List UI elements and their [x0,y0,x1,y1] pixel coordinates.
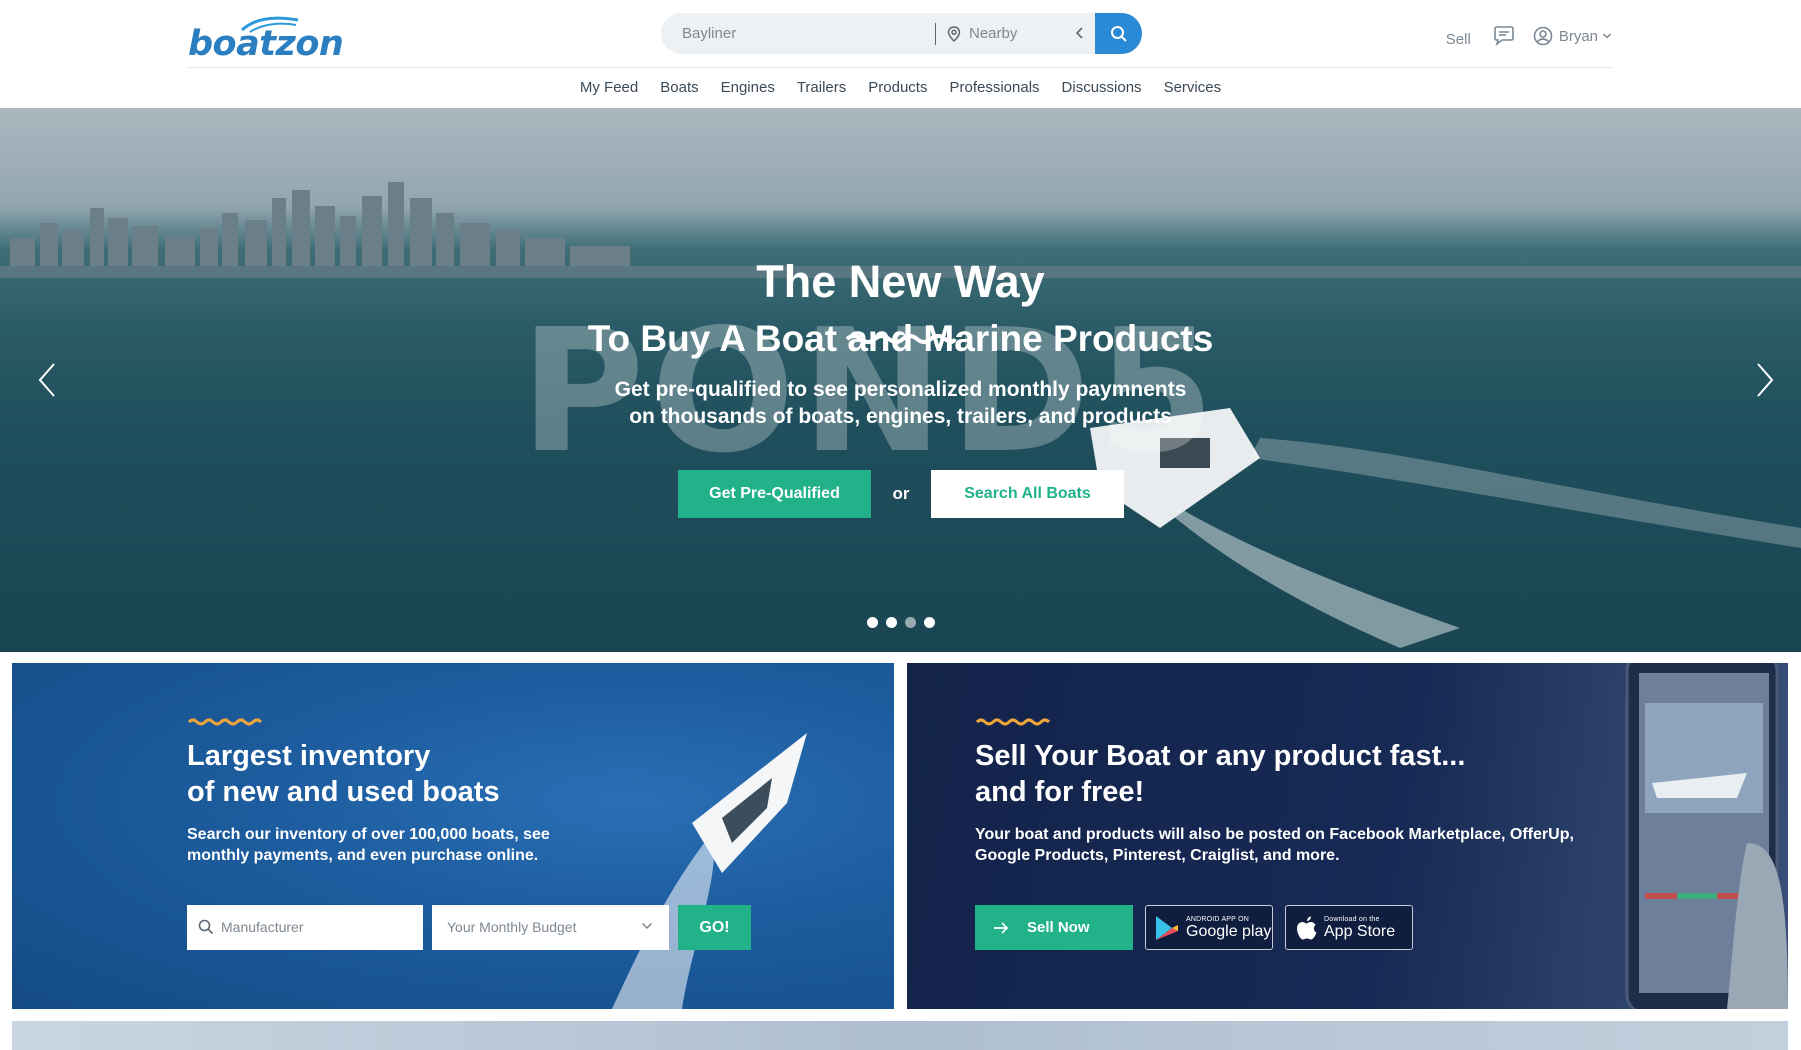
main-nav: My Feed Boats Engines Trailers Products … [0,68,1801,108]
google-play-icon [1156,915,1178,940]
app-store-small-label: Download on the [1324,915,1380,923]
carousel-dot-active[interactable] [905,617,916,628]
nav-discussions[interactable]: Discussions [1062,68,1142,108]
nav-engines[interactable]: Engines [721,68,775,108]
google-play-small-label: ANDROID APP ON [1186,915,1249,923]
sell-now-button[interactable]: Sell Now [975,905,1133,950]
search-bar: Nearby [661,13,1142,54]
hero-subtitle: To Buy A Boat and Marine Products [587,318,1214,359]
monthly-budget-select[interactable]: Your Monthly Budget [432,905,669,950]
app-store-label: App Store [1324,922,1396,940]
inventory-title-line-1: Largest inventory [187,740,431,772]
account-menu[interactable]: Bryan [1533,26,1612,46]
cta-or-label: or [892,484,910,503]
messages-button[interactable] [1493,26,1515,46]
hero-description-line-2: on thousands of boats, engines, trailers… [629,405,1172,428]
user-avatar-icon [1533,26,1553,46]
nav-products[interactable]: Products [868,68,927,108]
hero-title: The New Way [756,256,1045,307]
chat-icon [1494,26,1514,46]
hero-description-line-1: Get pre-qualified to see personalized mo… [614,378,1187,401]
search-button[interactable] [1095,13,1142,54]
sell-title-line-2: and for free! [975,776,1145,808]
sell-link[interactable]: Sell [1446,31,1471,48]
nav-trailers[interactable]: Trailers [797,68,846,108]
google-play-label: Google play [1186,922,1272,940]
keyword-search-input[interactable] [682,13,922,54]
user-nav: Sell Bryan [1446,24,1612,48]
next-section-preview [12,1021,1788,1050]
chevron-left-icon[interactable] [1075,26,1085,40]
manufacturer-field[interactable]: Manufacturer [187,905,423,950]
hero-description: Get pre-qualified to see personalized mo… [0,376,1801,430]
search-divider [935,23,936,45]
search-icon [1110,25,1127,42]
nav-professionals[interactable]: Professionals [949,68,1039,108]
carousel-dot[interactable] [886,617,897,628]
carousel-next-icon[interactable] [1754,362,1776,398]
nav-services[interactable]: Services [1164,68,1222,108]
orange-wave-icon [975,718,1051,726]
carousel-dots [867,617,935,628]
nav-my-feed[interactable]: My Feed [580,68,638,108]
sell-title-line-1: Sell Your Boat or any product fast... [975,740,1466,772]
inventory-title: Largest inventory of new and used boats [187,738,687,810]
sell-now-label: Sell Now [1027,919,1090,936]
go-button[interactable]: GO! [678,905,751,950]
carousel-dot[interactable] [867,617,878,628]
chevron-down-icon [1602,33,1612,39]
boatzon-logo[interactable]: boatzon [188,14,344,64]
hero-cta-group: Get Pre-Qualified or Search All Boats [678,470,1124,518]
username: Bryan [1558,27,1598,45]
location-input[interactable]: Nearby [969,13,1017,54]
sell-description: Your boat and products will also be post… [975,826,1574,864]
chevron-down-icon [641,922,653,930]
apple-icon [1297,916,1317,939]
carousel-prev-icon[interactable] [36,362,58,398]
inventory-title-line-2: of new and used boats [187,776,500,808]
monthly-budget-placeholder: Your Monthly Budget [447,919,577,935]
inventory-description: Search our inventory of over 100,000 boa… [187,826,550,864]
app-store-badge[interactable]: Download on the App Store [1285,905,1413,950]
nav-boats[interactable]: Boats [660,68,698,108]
arrow-right-icon [994,921,1009,934]
location-pin-icon [947,26,961,42]
orange-wave-icon [187,718,263,726]
sell-card: Sell Your Boat or any product fast... an… [907,663,1788,1009]
search-all-boats-button[interactable]: Search All Boats [931,470,1124,518]
site-header: boatzon Nearby Sell [0,0,1801,108]
logo-text: boatzon [188,24,344,64]
search-icon [198,919,214,935]
get-pre-qualified-button[interactable]: Get Pre-Qualified [678,470,871,518]
inventory-card: Largest inventory of new and used boats … [12,663,894,1009]
sell-title: Sell Your Boat or any product fast... an… [975,738,1475,810]
hero-carousel: POND5 The New Way To Buy A Boat and Mari… [0,108,1801,652]
manufacturer-placeholder: Manufacturer [221,919,304,935]
carousel-dot[interactable] [924,617,935,628]
google-play-badge[interactable]: ANDROID APP ON Google play [1145,905,1273,950]
